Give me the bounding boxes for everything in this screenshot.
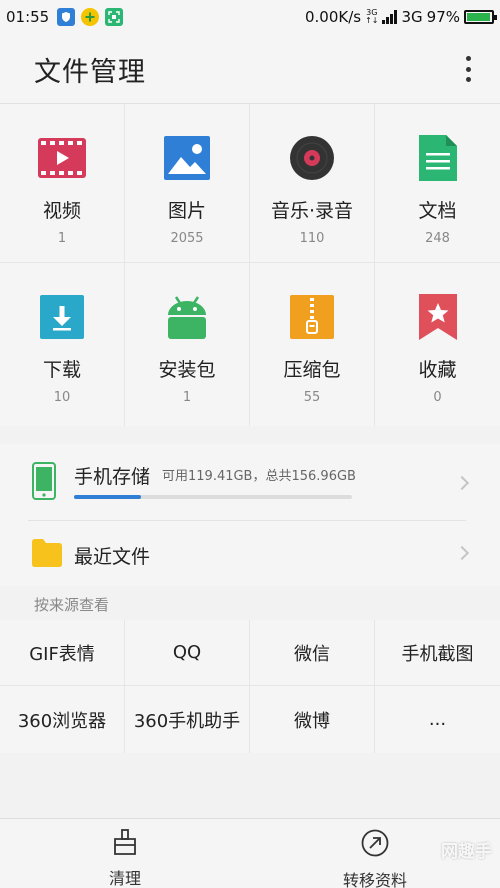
document-icon xyxy=(414,134,462,182)
source-grid: GIF表情 QQ 微信 手机截图 360浏览器 360手机助手 微博 ... xyxy=(0,620,500,753)
phone-icon xyxy=(32,462,56,504)
signal-icon xyxy=(382,10,398,24)
source-360-assistant[interactable]: 360手机助手 xyxy=(125,686,250,753)
title-bar: 文件管理 xyxy=(0,34,500,104)
page-title: 文件管理 xyxy=(34,57,146,88)
transfer-arrow-icon xyxy=(361,829,389,861)
source-wechat[interactable]: 微信 xyxy=(250,620,375,686)
source-section-title: 按来源查看 xyxy=(34,596,110,614)
category-label: 压缩包 xyxy=(283,359,341,381)
category-downloads[interactable]: 下载 10 xyxy=(0,263,125,426)
network-activity-icon: 3G ↑↓ xyxy=(365,8,379,25)
clean-button[interactable]: 清理 xyxy=(0,819,250,888)
storage-section: 手机存储 可用119.41GB，总共156.96GB 最近文件 xyxy=(0,444,500,586)
android-icon xyxy=(163,293,211,341)
category-video[interactable]: 视频 1 xyxy=(0,104,125,263)
category-count: 2055 xyxy=(170,231,204,246)
phone-storage-label: 手机存储 xyxy=(74,466,151,488)
watermark: 网趣手 xyxy=(441,842,492,862)
category-count: 55 xyxy=(303,390,321,405)
category-archives[interactable]: 压缩包 55 xyxy=(250,263,375,426)
source-gif[interactable]: GIF表情 xyxy=(0,620,125,686)
scan-app-icon xyxy=(105,8,124,26)
category-label: 下载 xyxy=(42,359,81,381)
category-label: 图片 xyxy=(167,200,206,222)
folder-icon xyxy=(32,539,62,571)
bottom-nav: 清理 转移资料 xyxy=(0,818,500,888)
category-grid: 视频 1 图片 2055 音乐·录音 110 文档 248 下载 10 安装包 … xyxy=(0,104,500,426)
download-icon xyxy=(38,293,86,341)
network-type: 3G xyxy=(401,8,423,26)
category-label: 视频 xyxy=(42,200,81,222)
category-music[interactable]: 音乐·录音 110 xyxy=(250,104,375,263)
chevron-right-icon xyxy=(454,475,470,491)
phone-storage-row[interactable]: 手机存储 可用119.41GB，总共156.96GB xyxy=(0,444,500,520)
source-qq[interactable]: QQ xyxy=(125,620,250,686)
category-count: 1 xyxy=(182,390,192,405)
broom-icon xyxy=(112,829,138,859)
category-count: 10 xyxy=(53,390,71,405)
category-documents[interactable]: 文档 248 xyxy=(375,104,500,263)
category-label: 安装包 xyxy=(158,359,216,381)
category-count: 110 xyxy=(299,231,325,246)
source-screenshots[interactable]: 手机截图 xyxy=(375,620,500,686)
source-360-browser[interactable]: 360浏览器 xyxy=(0,686,125,753)
clean-label: 清理 xyxy=(108,869,141,888)
category-images[interactable]: 图片 2055 xyxy=(125,104,250,263)
bookmark-star-icon xyxy=(414,293,462,341)
plus-app-icon xyxy=(81,8,100,26)
category-count: 1 xyxy=(57,231,67,246)
category-favorites[interactable]: 收藏 0 xyxy=(375,263,500,426)
storage-progress-bar xyxy=(74,495,352,499)
music-disc-icon xyxy=(288,134,336,182)
category-label: 文档 xyxy=(418,200,457,222)
transfer-label: 转移资料 xyxy=(342,871,407,888)
category-apk[interactable]: 安装包 1 xyxy=(125,263,250,426)
network-speed: 0.00K/s xyxy=(304,8,362,26)
category-label: 收藏 xyxy=(418,359,457,381)
recent-files-label: 最近文件 xyxy=(74,546,151,568)
shield-app-icon xyxy=(57,8,76,26)
category-label: 音乐·录音 xyxy=(270,200,354,222)
zip-icon xyxy=(288,293,336,341)
status-time: 01:55 xyxy=(6,8,50,26)
video-icon xyxy=(38,134,86,182)
source-more[interactable]: ... xyxy=(375,686,500,753)
more-vertical-icon[interactable] xyxy=(458,54,478,84)
image-icon xyxy=(163,134,211,182)
category-count: 0 xyxy=(433,390,442,405)
recent-files-row[interactable]: 最近文件 xyxy=(0,520,500,586)
source-weibo[interactable]: 微博 xyxy=(250,686,375,753)
status-bar: 01:55 0.00K/s 3G ↑↓ 3G 97% xyxy=(0,0,500,34)
chevron-right-icon xyxy=(454,545,470,561)
battery-icon xyxy=(464,10,497,24)
battery-percent: 97% xyxy=(426,8,460,26)
category-count: 248 xyxy=(425,231,450,246)
phone-storage-info: 可用119.41GB，总共156.96GB xyxy=(162,469,356,484)
